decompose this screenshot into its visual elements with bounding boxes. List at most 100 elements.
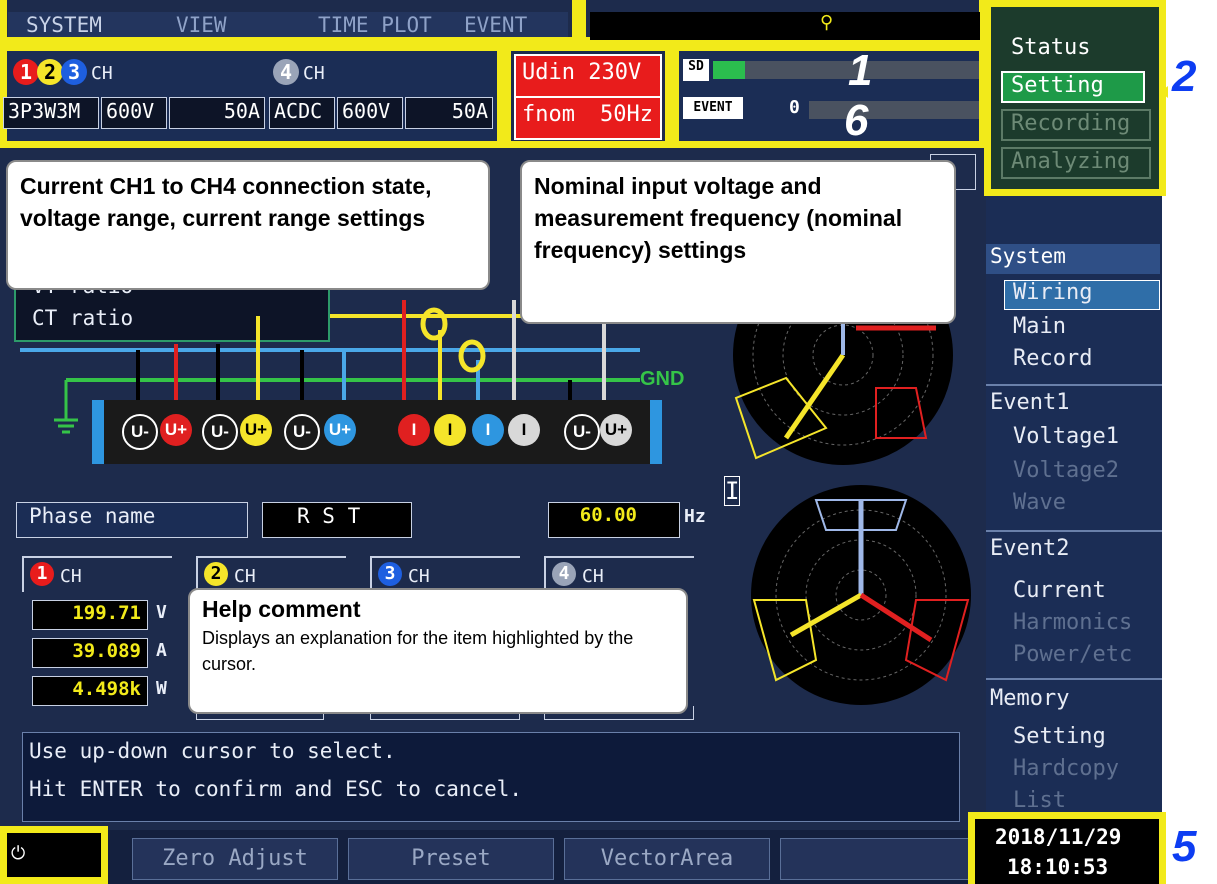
ch1-voltage-unit: V (156, 602, 167, 623)
menu-hardcopy[interactable]: Hardcopy (1013, 756, 1119, 781)
ch1-current-value: 39.089 (32, 638, 148, 668)
ch1-voltage-value: 199.71 (32, 600, 148, 630)
menu-wave[interactable]: Wave (1013, 490, 1066, 515)
menu-harmonics[interactable]: Harmonics (1013, 610, 1132, 635)
terminal-i4: I (508, 414, 540, 446)
ch1-tab-label: CH (60, 566, 82, 587)
number-2: 2 (1172, 52, 1197, 101)
help-line-1: Use up-down cursor to select. (29, 739, 396, 763)
terminal-u1-minus: U- (122, 414, 158, 450)
vector-i-label: I (724, 476, 740, 506)
phase-name-field[interactable]: R S T (262, 502, 412, 538)
ch1-power-value: 4.498k (32, 676, 148, 706)
terminal-u1-plus: U+ (160, 414, 192, 446)
menu-main[interactable]: Main (1013, 314, 1066, 339)
menu-event1[interactable]: Event1 (990, 390, 1069, 415)
voltage-range-field[interactable]: 600V (101, 97, 167, 129)
menu-analyzing[interactable]: Analyzing (1001, 147, 1151, 179)
terminal-u3-minus: U- (284, 414, 320, 450)
zero-adjust-button[interactable]: Zero Adjust (132, 838, 338, 880)
ch4-label: CH (303, 63, 325, 84)
ch1-badge: 1 (13, 59, 39, 85)
menu-list[interactable]: List (1013, 788, 1066, 810)
ch4-mode-field[interactable]: ACDC (269, 97, 335, 129)
gnd-label: GND (640, 368, 685, 390)
nominal-divider (516, 96, 660, 98)
menu-system[interactable]: System (986, 244, 1160, 274)
current-range-field[interactable]: 50A (169, 97, 265, 129)
indicator-panel: SD EVENT 0 (679, 51, 979, 141)
terminal-u3-plus: U+ (324, 414, 356, 446)
phase-name-label: Phase name (16, 502, 248, 538)
fnom-value[interactable]: 50Hz (600, 102, 653, 127)
terminal-block: U- U+ U- U+ U- U+ I I I I U- U+ (92, 400, 662, 464)
wiring-field[interactable]: 3P3W3M (3, 97, 99, 129)
number-5: 5 (1172, 822, 1197, 871)
callout-channel: Current CH1 to CH4 connection state, vol… (6, 160, 490, 290)
menu-mem-setting[interactable]: Setting (1013, 724, 1106, 749)
menu-status[interactable]: Status (1011, 35, 1090, 60)
menu-divider-2 (986, 530, 1162, 532)
terminal-u2-plus: U+ (240, 414, 272, 446)
ch1-tab[interactable]: 1 CH (22, 556, 172, 592)
menu-event2[interactable]: Event2 (990, 536, 1069, 561)
sd-usage-bar (713, 61, 979, 79)
menu-divider-3 (986, 678, 1162, 680)
ch3-tab[interactable]: 3 CH (370, 556, 520, 592)
empty-fkey-button[interactable] (780, 838, 970, 880)
number-6: 6 (844, 96, 869, 145)
time-display: 18:10:53 (1007, 855, 1109, 879)
nominal-box: Udin 230V fnom 50Hz (514, 54, 662, 140)
menu-voltage1[interactable]: Voltage1 (1013, 424, 1119, 449)
menu-wiring[interactable]: Wiring (1013, 280, 1092, 305)
ch1-current-unit: A (156, 640, 167, 661)
menu-recording[interactable]: Recording (1001, 109, 1151, 141)
ch2-tab-badge: 2 (204, 562, 228, 586)
terminal-u4-plus: U+ (600, 414, 632, 446)
menu-divider-1 (986, 384, 1162, 386)
clamp-blue (458, 339, 486, 373)
fnom-label: fnom (522, 102, 575, 127)
menu-setting[interactable]: Setting (1001, 71, 1145, 103)
vector-area-button[interactable]: VectorArea (564, 838, 770, 880)
terminal-i3: I (472, 414, 504, 446)
terminal-u2-minus: U- (202, 414, 238, 450)
power-icon: ⏻ (7, 833, 101, 877)
ch4-badge: 4 (273, 59, 299, 85)
ch3-tab-label: CH (408, 566, 430, 587)
event-bar (809, 101, 979, 119)
current-vector-diagram (751, 485, 971, 705)
frequency-field: 60.00 (548, 502, 680, 538)
ch4-tab-badge: 4 (552, 562, 576, 586)
help-line-2: Hit ENTER to confirm and ESC to cancel. (29, 777, 523, 801)
channel-header: 1 2 3 CH 4 CH 3P3W3M 600V 50A ACDC 600V … (3, 51, 497, 141)
sd-usage-fill (713, 61, 745, 79)
sd-card-icon: SD (683, 59, 709, 81)
terminal-i1: I (398, 414, 430, 446)
menu-voltage2[interactable]: Voltage2 (1013, 458, 1119, 483)
menu-current[interactable]: Current (1013, 578, 1106, 603)
menu-power[interactable]: Power/etc (1013, 642, 1132, 667)
ch1-power-unit: W (156, 678, 167, 699)
menu-memory[interactable]: Memory (990, 686, 1069, 711)
ch4-current-field[interactable]: 50A (405, 97, 493, 129)
network-icon: ⚲ (820, 12, 834, 33)
ch4-tab[interactable]: 4 CH (544, 556, 694, 592)
ch1-tab-badge: 1 (30, 562, 54, 586)
callout-help: Help comment Displays an explanation for… (188, 588, 688, 714)
help-area: Use up-down cursor to select. Hit ENTER … (22, 732, 960, 822)
tabs-highlight (0, 0, 586, 44)
udin-value[interactable]: Udin 230V (522, 60, 641, 85)
menu-record[interactable]: Record (1013, 346, 1092, 371)
preset-button[interactable]: Preset (348, 838, 554, 880)
pointer-arrow (1160, 86, 1168, 98)
event-icon: EVENT (683, 97, 743, 119)
callout-help-body: Displays an explanation for the item hig… (202, 628, 634, 674)
status-menu: Status Setting Recording Analyzing (991, 7, 1159, 189)
callout-help-title: Help comment (202, 596, 361, 622)
ch123-label: CH (91, 63, 113, 84)
status-strip: ⚲ (590, 12, 980, 40)
ch2-tab[interactable]: 2 CH (196, 556, 346, 592)
date-display: 2018/11/29 (995, 825, 1122, 849)
ch4-voltage-field[interactable]: 600V (337, 97, 403, 129)
